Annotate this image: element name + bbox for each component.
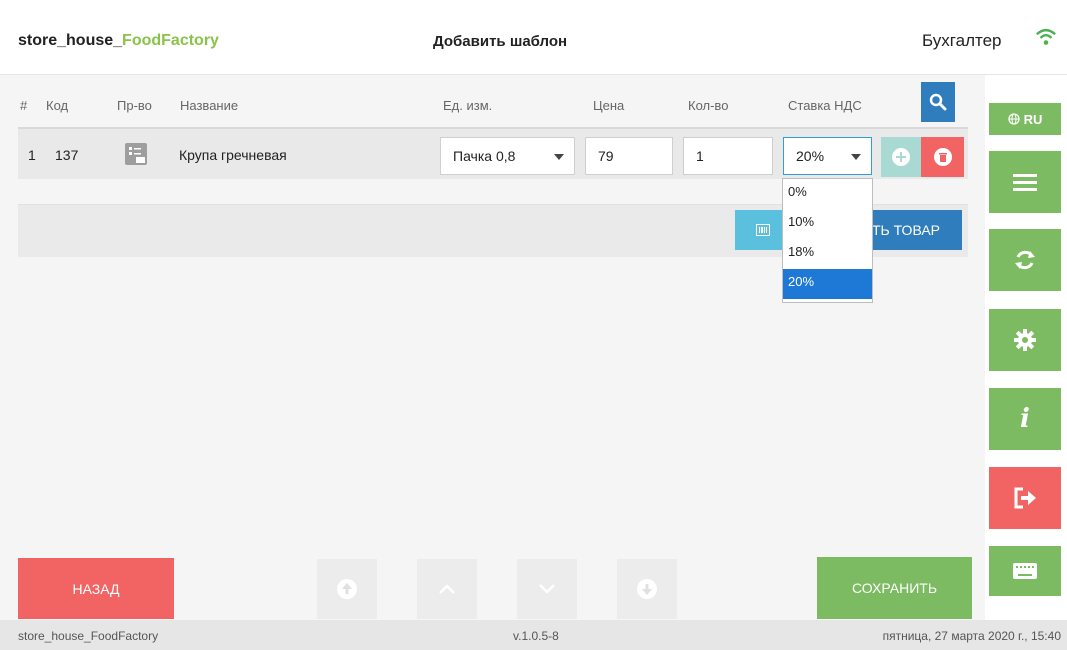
price-input[interactable]: 79 bbox=[585, 137, 673, 175]
app-title: store_house_FoodFactory bbox=[18, 32, 219, 50]
row-product-name: Крупа гречневая bbox=[179, 147, 287, 163]
unit-select[interactable]: Пачка 0,8 bbox=[440, 137, 575, 175]
scroll-up-button[interactable] bbox=[417, 559, 477, 619]
chevron-down-icon bbox=[851, 154, 861, 160]
info-icon: i bbox=[1020, 404, 1030, 434]
table-header: # Код Пр-во Название Ед. изм. Цена Кол-в… bbox=[18, 75, 968, 126]
back-button[interactable]: НАЗАД bbox=[18, 558, 174, 619]
language-label: RU bbox=[1023, 111, 1043, 127]
logout-icon bbox=[1014, 487, 1036, 509]
footer-datetime: пятница, 27 марта 2020 г., 15:40 bbox=[882, 629, 1061, 643]
col-num: # bbox=[20, 98, 28, 113]
header: store_house_FoodFactory Добавить шаблон … bbox=[0, 0, 1067, 75]
save-button[interactable]: СОХРАНИТЬ bbox=[817, 557, 972, 619]
chevron-down-icon bbox=[554, 154, 564, 160]
quantity-input[interactable]: 1 bbox=[683, 137, 773, 175]
search-button[interactable] bbox=[921, 82, 955, 122]
status-bar: store_house_FoodFactory v.1.0.5-8 пятниц… bbox=[0, 620, 1067, 650]
vat-option[interactable]: 10% bbox=[783, 209, 872, 239]
chevron-down-icon bbox=[539, 584, 555, 594]
vat-option[interactable]: 0% bbox=[783, 179, 872, 209]
keyboard-button[interactable] bbox=[989, 546, 1061, 596]
table-row[interactable]: 1 137 Крупа гречневая Пачка 0,8 79 1 20% bbox=[18, 127, 968, 179]
row-code: 137 bbox=[55, 147, 79, 163]
globe-icon bbox=[1007, 113, 1020, 125]
footer-version: v.1.0.5-8 bbox=[513, 629, 559, 643]
col-name: Название bbox=[180, 98, 239, 113]
add-row-button[interactable] bbox=[881, 137, 921, 177]
footer-app-name: store_house_FoodFactory bbox=[18, 629, 159, 643]
delete-row-button[interactable] bbox=[921, 137, 964, 177]
col-unit: Ед. изм. bbox=[443, 98, 493, 113]
col-code: Код bbox=[46, 98, 69, 113]
vat-option-selected[interactable]: 20% bbox=[783, 269, 872, 299]
scroll-down-button[interactable] bbox=[517, 559, 577, 619]
quantity-value: 1 bbox=[696, 148, 704, 164]
language-button[interactable]: RU bbox=[989, 103, 1061, 135]
price-value: 79 bbox=[598, 148, 614, 164]
arrow-up-circle-icon bbox=[337, 579, 357, 599]
menu-icon bbox=[1013, 174, 1037, 191]
barcode-icon bbox=[755, 224, 770, 236]
info-button[interactable]: i bbox=[989, 388, 1061, 450]
app-title-accent: FoodFactory bbox=[122, 32, 219, 49]
search-icon bbox=[929, 93, 947, 111]
wifi-icon bbox=[1036, 28, 1056, 45]
logout-button[interactable] bbox=[989, 467, 1061, 529]
producer-icon bbox=[125, 143, 147, 165]
vat-option[interactable]: 18% bbox=[783, 239, 872, 269]
unit-value: Пачка 0,8 bbox=[453, 148, 516, 164]
col-vat: Ставка НДС bbox=[788, 98, 862, 113]
col-qty: Кол-во bbox=[688, 98, 729, 113]
settings-button[interactable] bbox=[989, 309, 1061, 371]
scroll-bottom-button[interactable] bbox=[617, 559, 677, 619]
chevron-up-icon bbox=[439, 584, 455, 594]
gear-icon bbox=[1014, 329, 1036, 351]
vat-value: 20% bbox=[796, 148, 825, 164]
menu-button[interactable] bbox=[989, 151, 1061, 213]
sidebar: RU i bbox=[985, 75, 1067, 620]
sync-icon bbox=[1015, 250, 1035, 270]
trash-icon bbox=[933, 148, 952, 166]
col-price: Цена bbox=[593, 98, 625, 113]
scroll-top-button[interactable] bbox=[317, 559, 377, 619]
arrow-down-circle-icon bbox=[637, 579, 657, 599]
user-role: Бухгалтер bbox=[922, 31, 1002, 50]
app-title-prefix: store_house_ bbox=[18, 32, 123, 49]
sync-button[interactable] bbox=[989, 229, 1061, 291]
vat-dropdown: 0% 10% 18% 20% bbox=[782, 178, 873, 303]
vat-select[interactable]: 20% bbox=[783, 137, 872, 175]
row-num: 1 bbox=[28, 147, 36, 163]
page-title: Добавить шаблон bbox=[433, 33, 568, 50]
keyboard-icon bbox=[1013, 563, 1037, 579]
plus-circle-icon bbox=[892, 148, 910, 166]
col-producer: Пр-во bbox=[117, 98, 152, 113]
